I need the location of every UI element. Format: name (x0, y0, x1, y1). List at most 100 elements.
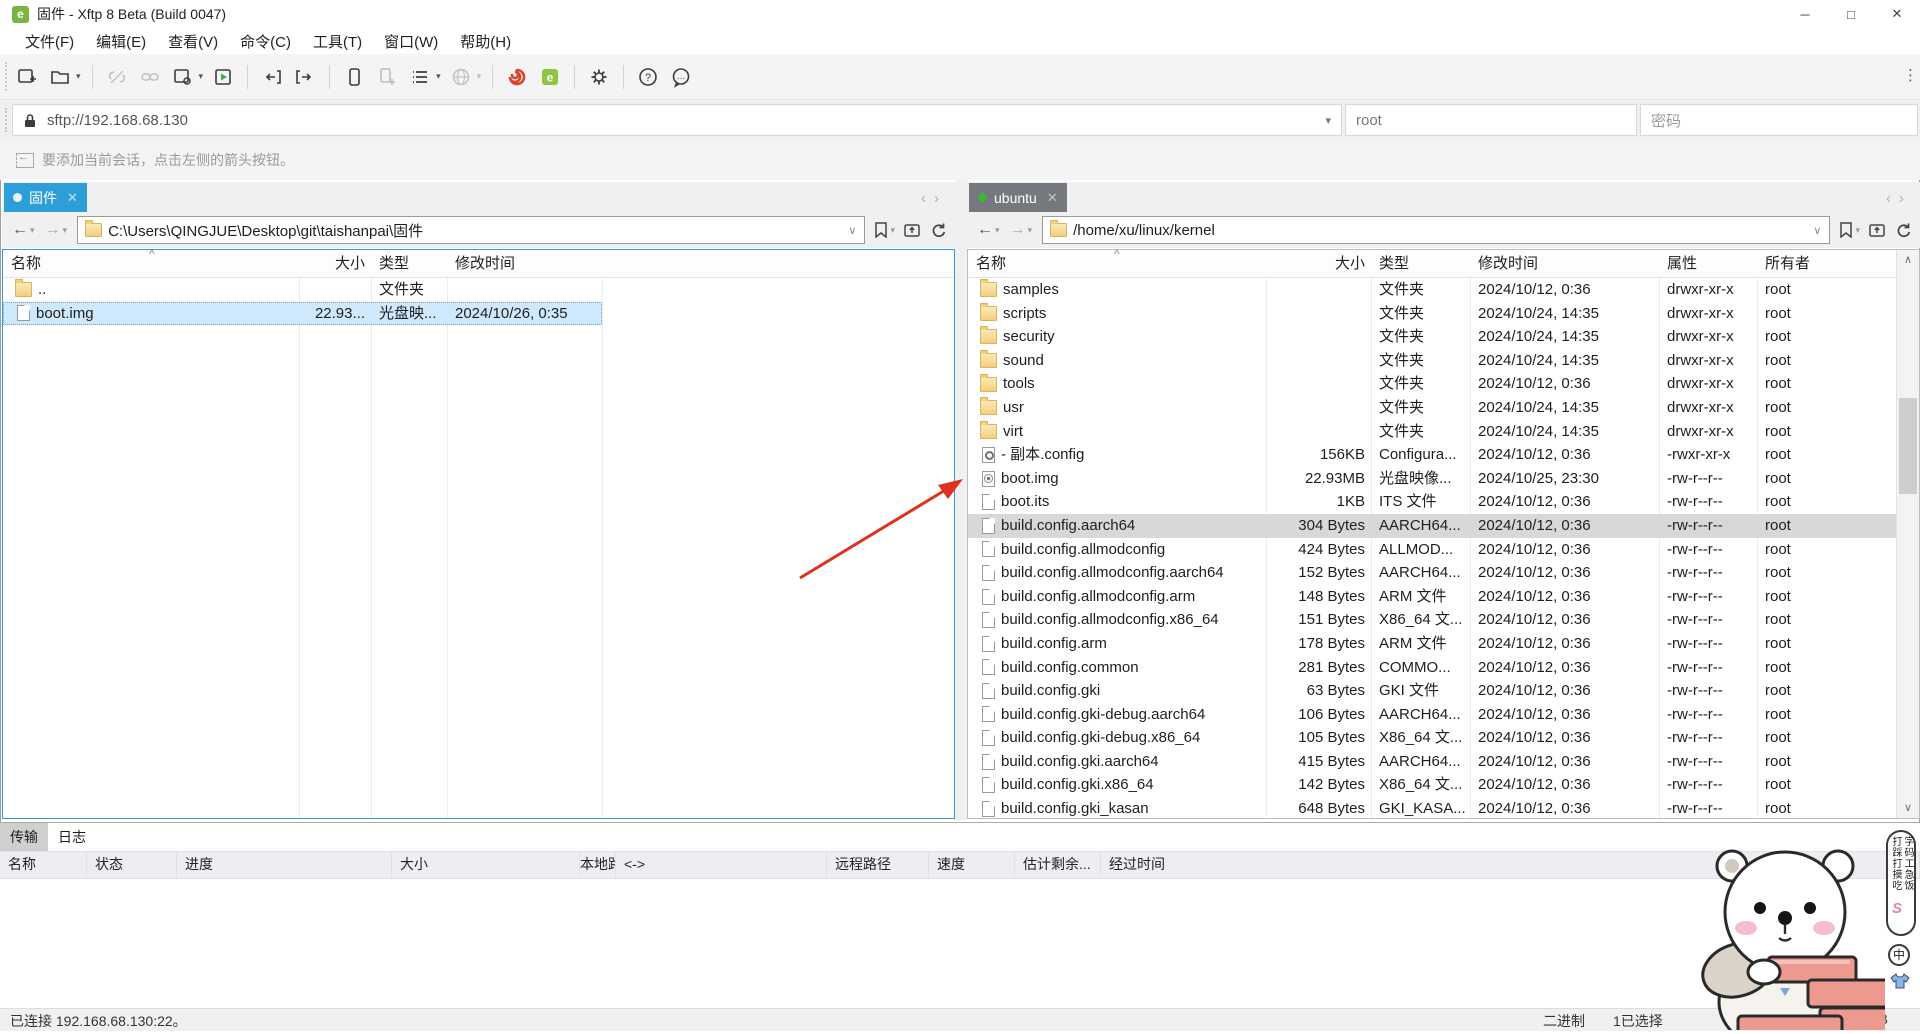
column-size[interactable]: 大小 (1266, 250, 1371, 277)
local-tab[interactable]: 固件 ✕ (4, 183, 87, 212)
file-row[interactable]: build.config.allmodconfig.arm 148 Bytes … (968, 585, 1897, 609)
ime-logo[interactable]: S (1892, 900, 1902, 917)
transfer-column[interactable]: 状态 (87, 852, 177, 878)
tab-close-icon[interactable]: ✕ (1047, 190, 1058, 206)
menu-item[interactable]: 查看(V) (157, 29, 229, 54)
new-window-icon[interactable] (374, 64, 400, 90)
file-row[interactable]: build.config.allmodconfig.aarch64 152 By… (968, 561, 1897, 585)
file-row[interactable]: build.config.gki.aarch64 415 Bytes AARCH… (968, 750, 1897, 774)
transfer-column[interactable]: 估计剩余... (1015, 852, 1101, 878)
file-row[interactable]: tools 文件夹 2024/10/12, 0:36 drwxr-xr-x ro… (968, 372, 1897, 396)
open-caret-icon[interactable]: ▾ (76, 71, 81, 82)
help-icon[interactable]: ? (635, 64, 661, 90)
list-view-caret-icon[interactable]: ▾ (436, 71, 441, 82)
list-view-icon[interactable] (407, 64, 433, 90)
scroll-down-icon[interactable]: ∨ (1897, 798, 1919, 818)
device-icon[interactable] (341, 64, 367, 90)
file-row[interactable]: build.config.gki_kasan 648 Bytes GKI_KAS… (968, 797, 1897, 819)
scroll-up-icon[interactable]: ∧ (1897, 250, 1919, 270)
globe-icon[interactable] (448, 64, 474, 90)
open-containing-folder-icon[interactable] (1869, 222, 1886, 238)
menu-item[interactable]: 命令(C) (229, 29, 302, 54)
xftp-icon[interactable]: e (537, 64, 563, 90)
column-modified[interactable]: 修改时间 (1470, 250, 1659, 277)
menu-item[interactable]: 帮助(H) (449, 29, 522, 54)
back-caret-icon[interactable]: ▾ (30, 225, 35, 236)
password-input[interactable]: 密码 (1640, 104, 1918, 136)
transfer-column[interactable]: 大小 (392, 852, 580, 878)
column-type[interactable]: 类型 (1371, 250, 1470, 277)
disconnect-icon[interactable] (104, 64, 130, 90)
minimize-button[interactable]: ─ (1782, 0, 1828, 28)
column-modified[interactable]: 修改时间 (447, 250, 602, 277)
tab-close-icon[interactable]: ✕ (67, 190, 78, 206)
remote-tab[interactable]: ubuntu ✕ (969, 183, 1067, 212)
bookmark-icon[interactable]: ▾ (1839, 222, 1860, 238)
vertical-scrollbar[interactable]: ∧ ∨ (1896, 250, 1919, 818)
run-icon[interactable] (210, 64, 236, 90)
open-folder-icon[interactable] (47, 64, 73, 90)
import-icon[interactable] (259, 64, 285, 90)
file-row[interactable]: build.config.arm 178 Bytes ARM 文件 2024/1… (968, 632, 1897, 656)
bookmark-icon[interactable]: ▾ (874, 222, 895, 238)
file-row[interactable]: build.config.gki.x86_64 142 Bytes X86_64… (968, 773, 1897, 797)
address-input[interactable]: sftp://192.168.68.130 ▾ (12, 104, 1342, 136)
panel-splitter[interactable] (955, 180, 967, 820)
file-row[interactable]: build.config.gki-debug.x86_64 105 Bytes … (968, 726, 1897, 750)
transfer-column[interactable]: 本地路径 (580, 852, 616, 878)
file-row[interactable]: build.config.allmodconfig.x86_64 151 Byt… (968, 608, 1897, 632)
globe-caret-icon[interactable]: ▾ (477, 71, 482, 82)
session-properties-icon[interactable] (170, 64, 196, 90)
file-row[interactable]: build.config.gki-debug.aarch64 106 Bytes… (968, 703, 1897, 727)
tab-scroll-arrows[interactable]: ‹› (1886, 190, 1912, 207)
properties-caret-icon[interactable]: ▾ (199, 71, 204, 82)
file-row[interactable]: build.config.allmodconfig 424 Bytes ALLM… (968, 538, 1897, 562)
path-dropdown-icon[interactable]: ∨ (848, 224, 856, 237)
export-icon[interactable] (292, 64, 318, 90)
column-type[interactable]: 类型 (371, 250, 447, 277)
transfer-column[interactable]: <-> (616, 852, 827, 878)
username-input[interactable]: root (1345, 104, 1637, 136)
column-owner[interactable]: 所有者 (1757, 250, 1897, 277)
tab-transfer[interactable]: 传输 (0, 823, 48, 851)
back-icon[interactable]: ← (12, 221, 28, 239)
ime-skin-icon[interactable] (1890, 972, 1910, 990)
file-row[interactable]: boot.img 22.93... 光盘映... 2024/10/26, 0:3… (3, 302, 602, 326)
new-session-icon[interactable] (14, 64, 40, 90)
local-path-input[interactable]: C:\Users\QINGJUE\Desktop\git\taishanpai\… (77, 216, 865, 244)
file-row[interactable]: scripts 文件夹 2024/10/24, 14:35 drwxr-xr-x… (968, 302, 1897, 326)
reconnect-icon[interactable] (137, 64, 163, 90)
overflow-dots-icon[interactable]: ⋮ (1903, 66, 1918, 84)
xshell-icon[interactable] (504, 64, 530, 90)
settings-gear-icon[interactable] (586, 64, 612, 90)
menu-item[interactable]: 工具(T) (302, 29, 373, 54)
file-row[interactable]: boot.img 22.93MB 光盘映像... 2024/10/25, 23:… (968, 467, 1897, 491)
column-attr[interactable]: 属性 (1659, 250, 1757, 277)
scroll-thumb[interactable] (1899, 398, 1917, 494)
back-caret-icon[interactable]: ▾ (995, 225, 1000, 236)
ime-mode-badge[interactable]: 中 (1888, 944, 1910, 966)
forward-icon[interactable]: → (45, 221, 61, 239)
file-row[interactable]: security 文件夹 2024/10/24, 14:35 drwxr-xr-… (968, 325, 1897, 349)
refresh-icon[interactable] (930, 222, 947, 238)
menu-item[interactable]: 窗口(W) (373, 29, 449, 54)
file-row[interactable]: build.config.aarch64 304 Bytes AARCH64..… (968, 514, 1897, 538)
transfer-column[interactable]: 进度 (177, 852, 392, 878)
transfer-column[interactable]: 速度 (929, 852, 1015, 878)
forward-icon[interactable]: → (1010, 221, 1026, 239)
maximize-button[interactable]: □ (1828, 0, 1874, 28)
file-row[interactable]: sound 文件夹 2024/10/24, 14:35 drwxr-xr-x r… (968, 349, 1897, 373)
file-row[interactable]: build.config.common 281 Bytes COMMO... 2… (968, 656, 1897, 680)
file-row[interactable]: boot.its 1KB ITS 文件 2024/10/12, 0:36 -rw… (968, 490, 1897, 514)
file-row[interactable]: samples 文件夹 2024/10/12, 0:36 drwxr-xr-x … (968, 278, 1897, 302)
forward-caret-icon[interactable]: ▾ (63, 225, 68, 236)
transfer-column[interactable]: 名称 (0, 852, 87, 878)
file-row[interactable]: - 副本.config 156KB Configura... 2024/10/1… (968, 443, 1897, 467)
path-dropdown-icon[interactable]: ∨ (1813, 224, 1821, 237)
address-dropdown-icon[interactable]: ▾ (1325, 114, 1331, 127)
file-row[interactable]: build.config.gki 63 Bytes GKI 文件 2024/10… (968, 679, 1897, 703)
column-size[interactable]: 大小 (299, 250, 371, 277)
feedback-icon[interactable]: … (668, 64, 694, 90)
close-button[interactable]: ✕ (1874, 0, 1920, 28)
file-row[interactable]: usr 文件夹 2024/10/24, 14:35 drwxr-xr-x roo… (968, 396, 1897, 420)
